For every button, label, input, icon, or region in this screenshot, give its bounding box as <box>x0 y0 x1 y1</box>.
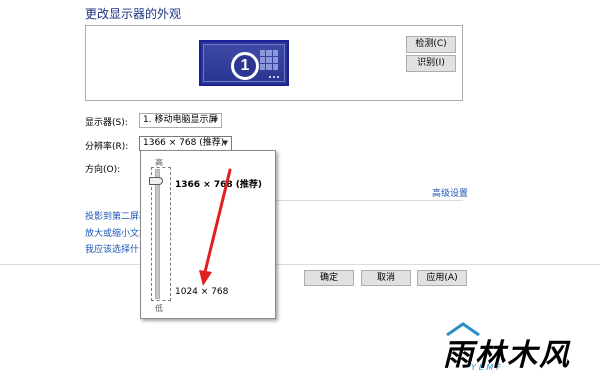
display-label: 显示器(S): <box>85 118 128 128</box>
slider-top-option[interactable]: 1366 × 768 (推荐) <box>175 177 262 190</box>
display-select[interactable]: 1. 移动电脑显示屏 ▼ <box>139 113 222 128</box>
slider-focus-frame <box>151 167 171 301</box>
divider <box>271 200 463 201</box>
link-text-size[interactable]: 放大或缩小文本 <box>85 226 148 239</box>
identify-button[interactable]: 识别(I) <box>406 55 456 72</box>
watermark-logo: 雨林木风 YLMF <box>443 322 595 374</box>
monitor-icon[interactable]: 1 <box>199 40 289 86</box>
slider-bottom-option[interactable]: 1024 × 768 <box>175 287 228 297</box>
detect-button[interactable]: 检测(C) <box>406 36 456 53</box>
resolution-select[interactable]: 1366 × 768 (推荐) ▼ <box>139 136 232 151</box>
resolution-slider-popup: 高 1366 × 768 (推荐) 1024 × 768 低 <box>140 150 276 319</box>
windows-tiles-icon <box>260 50 278 70</box>
chevron-down-icon: ▼ <box>222 139 228 147</box>
cancel-button[interactable]: 取消 <box>361 270 411 286</box>
chevron-down-icon: ▼ <box>212 116 218 124</box>
resolution-slider-thumb[interactable] <box>149 177 163 185</box>
advanced-settings-link[interactable]: 高级设置 <box>432 186 468 199</box>
footer-divider <box>0 264 600 265</box>
taskbar-dots-icon <box>269 76 279 78</box>
orientation-label: 方向(O): <box>85 165 121 175</box>
link-help-choose[interactable]: 我应该选择什么 <box>85 242 148 255</box>
ok-button[interactable]: 确定 <box>304 270 354 286</box>
page-title: 更改显示器的外观 <box>85 7 182 21</box>
display-select-value: 1. 移动电脑显示屏 <box>143 115 218 125</box>
slider-low-label: 低 <box>155 304 163 313</box>
watermark-text: 雨林木风 <box>443 338 571 373</box>
resolution-label: 分辨率(R): <box>85 142 129 152</box>
monitor-screen: 1 <box>203 44 285 82</box>
watermark-subtext: YLMF <box>471 363 504 372</box>
monitor-number: 1 <box>231 52 259 80</box>
resolution-slider-track[interactable] <box>155 169 160 299</box>
link-project-second-screen[interactable]: 投影到第二屏幕 <box>85 209 148 222</box>
apply-button[interactable]: 应用(A) <box>417 270 467 286</box>
resolution-select-value: 1366 × 768 (推荐) <box>143 138 225 148</box>
